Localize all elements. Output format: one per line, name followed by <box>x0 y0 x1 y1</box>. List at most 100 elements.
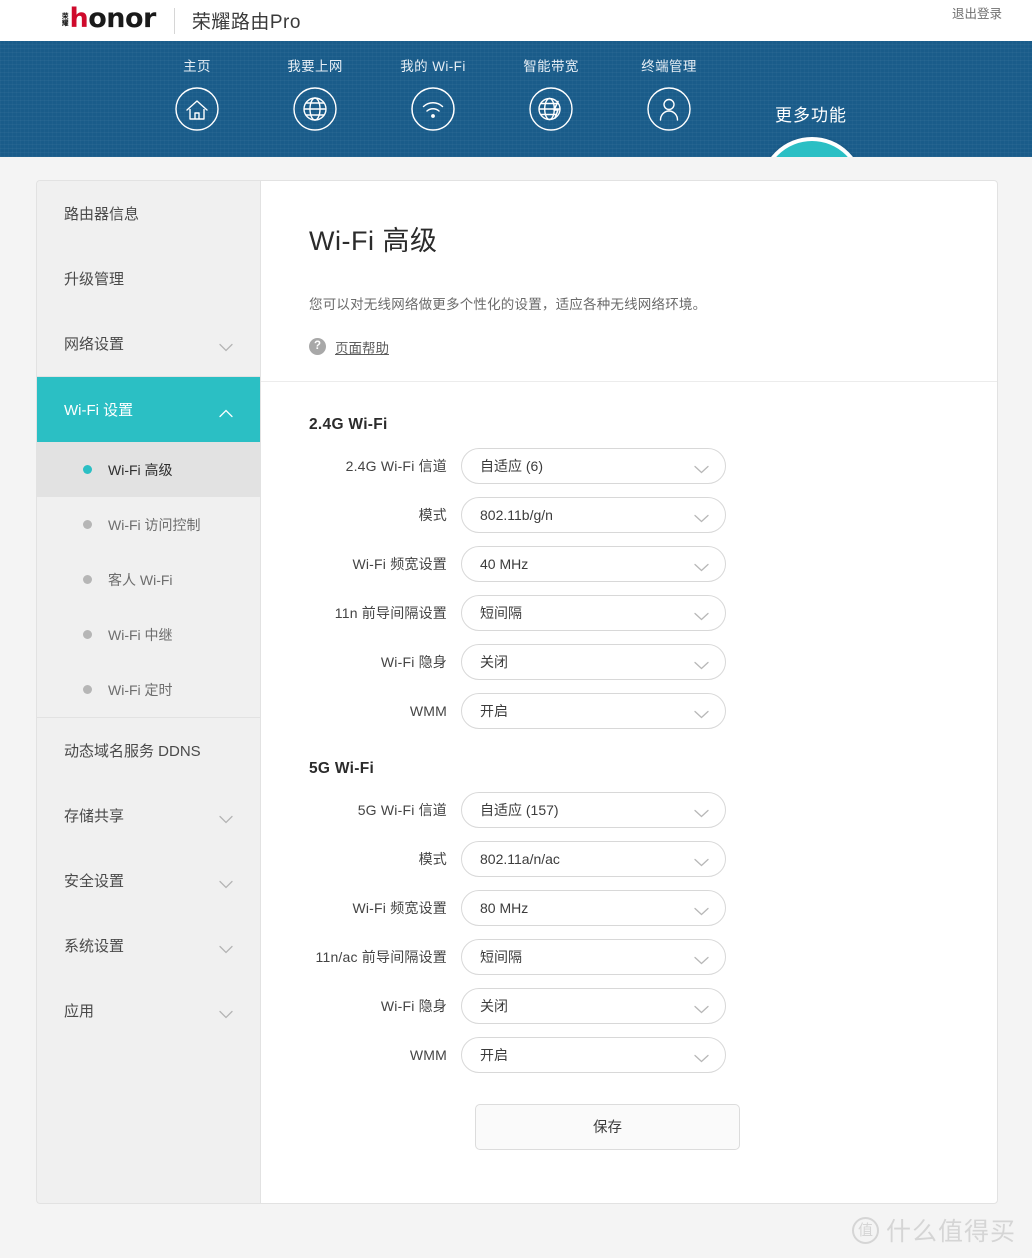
select-24g-bandwidth[interactable]: 40 MHz <box>461 545 726 582</box>
sidebar-item-label: 升级管理 <box>64 271 125 288</box>
sidebar-subitem-label: Wi-Fi 访问控制 <box>108 516 201 533</box>
sidebar-item-security-settings[interactable]: 安全设置 <box>37 848 260 913</box>
sidebar: 路由器信息 升级管理 网络设置 Wi-Fi 设置 Wi-Fi 高级 Wi-Fi … <box>36 180 260 1204</box>
sidebar-item-label: 网络设置 <box>64 336 125 353</box>
field-row-24g-bandwidth: Wi-Fi 频宽设置 40 MHz <box>261 545 997 582</box>
logo-chinese-mark: 荣耀 <box>62 12 69 27</box>
field-row-5g-mode: 模式 802.11a/n/ac <box>261 840 997 877</box>
nav-item-list: 主页 我要上网 我的 Wi-Fi 智能带宽 终端管理 <box>0 41 728 157</box>
sidebar-item-wifi-advanced[interactable]: Wi-Fi 高级 <box>37 442 260 497</box>
nav-item-internet[interactable]: 我要上网 <box>256 55 374 132</box>
bullet-icon <box>83 520 92 529</box>
page-title: Wi-Fi 高级 <box>309 226 438 256</box>
sidebar-item-router-info[interactable]: 路由器信息 <box>37 181 260 246</box>
select-24g-mode[interactable]: 802.11b/g/n <box>461 496 726 533</box>
sidebar-item-label: 动态域名服务 DDNS <box>64 743 201 760</box>
sidebar-item-label: 安全设置 <box>64 873 125 890</box>
select-5g-hidden[interactable]: 关闭 <box>461 987 726 1024</box>
field-label: Wi-Fi 隐身 <box>380 997 447 1014</box>
user-icon <box>646 86 692 132</box>
chevron-down-icon <box>219 941 233 954</box>
nav-item-smart-bandwidth[interactable]: 智能带宽 <box>492 55 610 132</box>
chevron-down-icon <box>694 1050 709 1063</box>
select-value: 关闭 <box>480 653 508 670</box>
field-row-5g-channel: 5G Wi-Fi 信道 自适应 (157) <box>261 791 997 828</box>
sidebar-item-storage-sharing[interactable]: 存储共享 <box>37 783 260 848</box>
question-mark-icon: ? <box>309 338 326 355</box>
page-description: 您可以对无线网络做更多个性化的设置，适应各种无线网络环境。 <box>309 297 707 312</box>
content-layout: 路由器信息 升级管理 网络设置 Wi-Fi 设置 Wi-Fi 高级 Wi-Fi … <box>36 180 998 1204</box>
select-value: 802.11a/n/ac <box>480 850 560 867</box>
sidebar-item-label: Wi-Fi 设置 <box>64 402 134 419</box>
select-24g-wmm[interactable]: 开启 <box>461 692 726 729</box>
nav-label: 终端管理 <box>641 59 697 74</box>
select-value: 关闭 <box>480 997 508 1014</box>
select-24g-guard-interval[interactable]: 短间隔 <box>461 594 726 631</box>
select-value: 开启 <box>480 702 508 719</box>
page-help-link[interactable]: ? 页面帮助 <box>309 337 389 357</box>
save-row: 保存 <box>261 1103 997 1150</box>
sidebar-item-wifi-access-control[interactable]: Wi-Fi 访问控制 <box>37 497 260 552</box>
sidebar-item-wifi-relay[interactable]: Wi-Fi 中继 <box>37 607 260 662</box>
chevron-down-icon <box>694 706 709 719</box>
brand-divider <box>173 7 175 34</box>
sidebar-item-system-settings[interactable]: 系统设置 <box>37 913 260 978</box>
sidebar-item-network-settings[interactable]: 网络设置 <box>37 311 260 376</box>
sidebar-item-upgrade-management[interactable]: 升级管理 <box>37 246 260 311</box>
content-panel: Wi-Fi 高级 您可以对无线网络做更多个性化的设置，适应各种无线网络环境。 ?… <box>260 180 998 1204</box>
select-value: 自适应 (6) <box>480 457 543 474</box>
chevron-down-icon <box>219 876 233 889</box>
field-label: Wi-Fi 频宽设置 <box>352 555 447 572</box>
nav-label: 主页 <box>183 59 211 74</box>
save-button[interactable]: 保存 <box>475 1103 740 1150</box>
select-value: 短间隔 <box>480 604 522 621</box>
home-icon <box>174 86 220 132</box>
select-5g-guard-interval[interactable]: 短间隔 <box>461 938 726 975</box>
select-5g-mode[interactable]: 802.11a/n/ac <box>461 840 726 877</box>
page-body: 路由器信息 升级管理 网络设置 Wi-Fi 设置 Wi-Fi 高级 Wi-Fi … <box>0 157 1032 1258</box>
sidebar-item-wifi-schedule[interactable]: Wi-Fi 定时 <box>37 662 260 717</box>
sidebar-item-ddns[interactable]: 动态域名服务 DDNS <box>37 718 260 783</box>
nav-label: 我的 Wi-Fi <box>400 59 466 74</box>
field-row-24g-guard-interval: 11n 前导间隔设置 短间隔 <box>261 594 997 631</box>
sidebar-item-label: 系统设置 <box>64 938 125 955</box>
honor-logo[interactable]: 荣耀 honor <box>62 0 156 39</box>
select-value: 开启 <box>480 1046 508 1063</box>
select-24g-channel[interactable]: 自适应 (6) <box>461 447 726 484</box>
select-5g-bandwidth[interactable]: 80 MHz <box>461 889 726 926</box>
chevron-down-icon <box>694 854 709 867</box>
sidebar-item-wifi-settings[interactable]: Wi-Fi 设置 <box>37 377 260 442</box>
field-row-5g-hidden: Wi-Fi 隐身 关闭 <box>261 987 997 1024</box>
bullet-icon <box>83 465 92 474</box>
field-label: 模式 <box>418 506 447 523</box>
section-title-24g: 2.4G Wi-Fi <box>309 415 388 433</box>
field-label: 5G Wi-Fi 信道 <box>357 801 447 818</box>
select-value: 短间隔 <box>480 948 522 965</box>
wifi-settings-form: 2.4G Wi-Fi 2.4G Wi-Fi 信道 自适应 (6) 模式 802.… <box>261 382 997 1150</box>
sidebar-item-applications[interactable]: 应用 <box>37 978 260 1043</box>
field-label: WMM <box>409 1046 447 1063</box>
select-value: 40 MHz <box>480 555 529 572</box>
sidebar-item-guest-wifi[interactable]: 客人 Wi-Fi <box>37 552 260 607</box>
chevron-down-icon <box>694 657 709 670</box>
field-row-24g-hidden: Wi-Fi 隐身 关闭 <box>261 643 997 680</box>
chevron-down-icon <box>694 805 709 818</box>
nav-item-my-wifi[interactable]: 我的 Wi-Fi <box>374 55 492 132</box>
bullet-icon <box>83 575 92 584</box>
field-label: Wi-Fi 频宽设置 <box>352 899 447 916</box>
select-5g-wmm[interactable]: 开启 <box>461 1036 726 1073</box>
nav-item-home[interactable]: 主页 <box>138 55 256 132</box>
select-5g-channel[interactable]: 自适应 (157) <box>461 791 726 828</box>
sidebar-subitem-label: Wi-Fi 高级 <box>108 461 173 478</box>
logo-wordmark: honor <box>69 3 157 34</box>
site-watermark: 值 什么值得买 <box>851 1212 1016 1248</box>
chevron-up-icon <box>219 405 233 418</box>
select-24g-hidden[interactable]: 关闭 <box>461 643 726 680</box>
logout-link[interactable]: 退出登录 <box>952 3 1002 22</box>
select-value: 自适应 (157) <box>480 801 559 818</box>
select-value: 80 MHz <box>480 899 529 916</box>
chevron-down-icon <box>219 811 233 824</box>
field-label: WMM <box>409 702 447 719</box>
main-navbar: 主页 我要上网 我的 Wi-Fi 智能带宽 终端管理 更多功能 <box>0 41 1032 241</box>
wifi-icon <box>410 86 456 132</box>
